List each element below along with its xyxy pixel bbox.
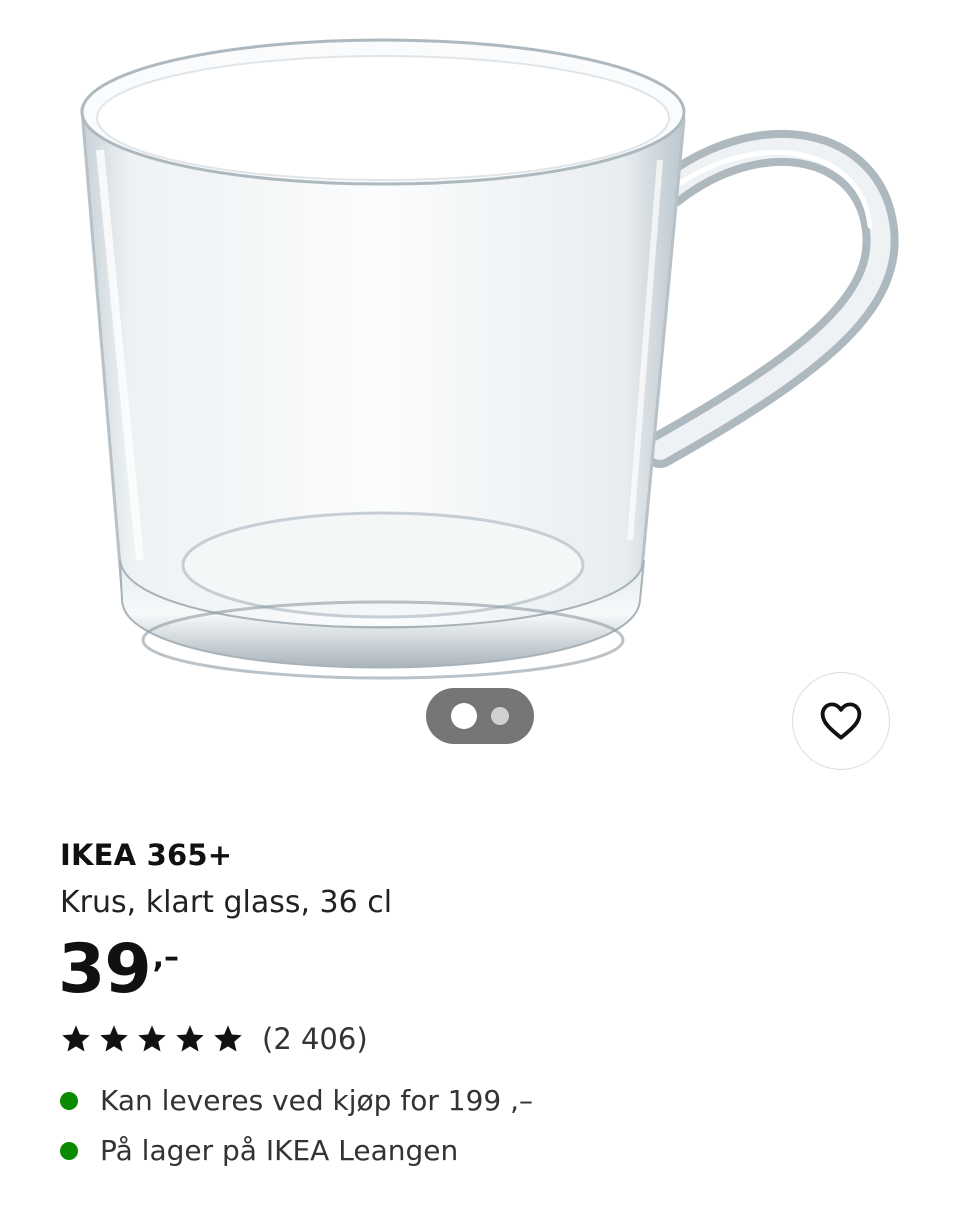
product-description: Krus, klart glass, 36 cl	[60, 885, 393, 920]
rating-stars	[60, 1023, 244, 1055]
price-integer: 39	[58, 930, 152, 1009]
star-icon	[176, 1025, 204, 1052]
product-price: 39 ,–	[58, 932, 179, 1008]
price-suffix: ,–	[152, 940, 180, 975]
carousel-dot-active[interactable]	[451, 703, 477, 729]
star-icon	[100, 1025, 128, 1052]
delivery-availability-text: Kan leveres ved kjøp for 199 ,–	[100, 1084, 534, 1117]
product-image[interactable]	[0, 0, 960, 700]
store-availability[interactable]: På lager på IKEA Leangen	[60, 1134, 458, 1167]
image-carousel-indicator[interactable]	[426, 688, 534, 744]
star-icon	[138, 1025, 166, 1052]
star-icon	[214, 1025, 242, 1052]
delivery-availability: Kan leveres ved kjøp for 199 ,–	[60, 1084, 533, 1117]
green-dot-icon	[60, 1091, 78, 1110]
store-availability-text[interactable]: På lager på IKEA Leangen	[100, 1134, 458, 1167]
favorite-button[interactable]	[792, 672, 890, 770]
review-count[interactable]: (2 406)	[262, 1022, 368, 1056]
product-brand: IKEA 365+	[60, 838, 233, 872]
product-rating[interactable]: (2 406)	[60, 1022, 368, 1056]
star-icon	[62, 1025, 90, 1052]
carousel-dot[interactable]	[491, 707, 509, 725]
green-dot-icon	[60, 1141, 78, 1160]
heart-outline-icon	[820, 702, 862, 740]
